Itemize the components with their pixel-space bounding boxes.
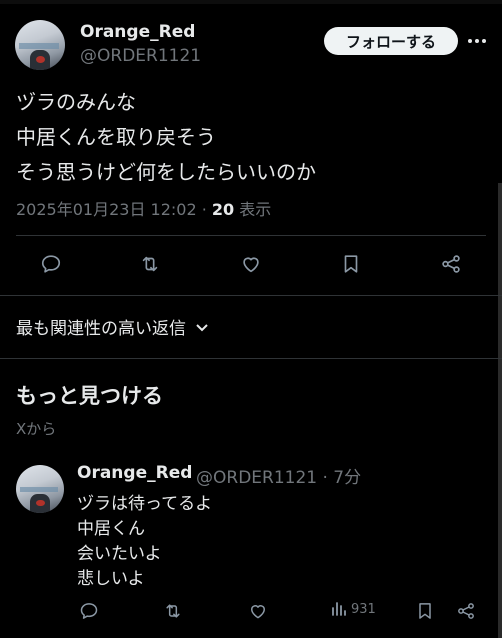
view-label: 表示 xyxy=(234,200,272,219)
reply-view-count: 931 xyxy=(351,601,376,617)
reply-text-line: 中居くん xyxy=(77,519,145,539)
reply-sort-dropdown[interactable]: 最も関連性の高い返信 xyxy=(16,314,210,339)
display-name[interactable]: Orange_Red xyxy=(77,463,192,483)
tweet-meta: 2025年01月23日 12:02 · 20 表示 xyxy=(16,196,271,220)
user-handle[interactable]: @ORDER1121 xyxy=(80,46,201,66)
view-count: 20 xyxy=(211,200,235,219)
divider xyxy=(16,235,486,236)
share-icon[interactable] xyxy=(438,251,464,277)
reply-text-line: ヅラは待ってるよ xyxy=(77,494,213,514)
reply-text-line: 会いたいよ xyxy=(77,544,162,564)
handle-and-time[interactable]: @ORDER1121 · 7分 xyxy=(196,463,361,488)
retweet-icon[interactable] xyxy=(162,600,184,622)
retweet-icon[interactable] xyxy=(137,251,163,277)
display-name[interactable]: Orange_Red xyxy=(80,22,195,42)
share-icon[interactable] xyxy=(455,600,477,622)
more-options-icon[interactable] xyxy=(468,34,486,48)
sort-label: 最も関連性の高い返信 xyxy=(16,319,186,339)
follow-button[interactable]: フォローする xyxy=(324,27,458,55)
bookmark-icon[interactable] xyxy=(338,251,364,277)
divider xyxy=(0,295,502,296)
reply-text-line: 悲しいよ xyxy=(77,569,145,589)
tweet-text-line: そう思うけど何をしたらいいのか xyxy=(16,160,316,184)
chevron-down-icon xyxy=(196,323,208,331)
section-title: もっと見つける xyxy=(16,384,163,408)
timestamp[interactable]: 2025年01月23日 12:02 xyxy=(16,200,197,219)
bookmark-icon[interactable] xyxy=(414,600,436,622)
avatar[interactable] xyxy=(15,20,65,70)
like-icon[interactable] xyxy=(247,600,269,622)
divider xyxy=(0,358,502,359)
meta-separator: · xyxy=(196,200,212,219)
tweet-text-line: 中居くんを取り戻そう xyxy=(16,125,216,149)
analytics-icon xyxy=(332,602,346,616)
avatar[interactable] xyxy=(16,465,64,513)
scrollbar[interactable] xyxy=(498,183,502,638)
like-icon[interactable] xyxy=(238,251,264,277)
reply-icon[interactable] xyxy=(78,600,100,622)
views-stat[interactable]: 931 xyxy=(330,600,376,618)
top-border xyxy=(0,0,502,4)
reply-icon[interactable] xyxy=(38,251,64,277)
tweet-text-line: ヅラのみんな xyxy=(16,90,136,114)
section-subtitle: Xから xyxy=(16,420,57,438)
